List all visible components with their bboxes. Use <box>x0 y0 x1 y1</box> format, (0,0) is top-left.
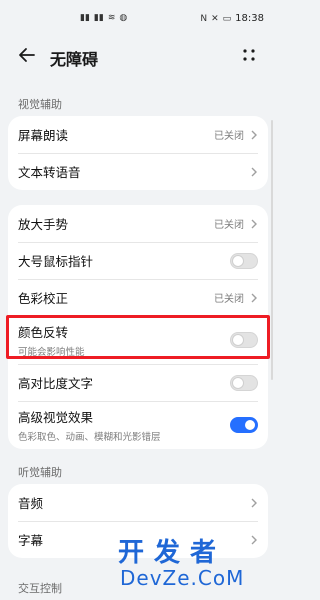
row-high-contrast-text: 高对比度文字 <box>8 364 268 401</box>
toggle-knob <box>233 377 243 388</box>
row-subtitle: 色彩取色、动画、模糊和光影错层 <box>18 432 161 443</box>
row-title: 大号鼠标指针 <box>18 254 94 269</box>
row-color-inversion: 颜色反转 可能会影响性能 <box>8 316 268 364</box>
row-status: 已关闭 <box>214 294 244 305</box>
signal-icon-2: ▮▮ <box>93 13 104 23</box>
row-title: 颜色反转 <box>18 325 69 340</box>
status-right: N ✕ ▭ 18:38 <box>200 13 264 24</box>
row-magnification-gesture[interactable]: 放大手势 已关闭 <box>8 205 268 242</box>
visual-card-1: 屏幕朗读 已关闭 文本转语音 <box>8 116 268 190</box>
chevron-right-icon <box>251 219 257 228</box>
row-text-to-speech[interactable]: 文本转语音 <box>8 153 268 190</box>
large-pointer-toggle[interactable] <box>230 252 258 269</box>
toggle-knob <box>245 420 255 430</box>
wifi-icon: ≋ <box>107 13 116 23</box>
back-arrow-icon[interactable] <box>16 44 38 66</box>
battery-icon: ▭ <box>222 13 232 24</box>
watermark-bottom: DevZe.CoM <box>120 566 245 590</box>
chat-icon: ◍ <box>119 13 128 23</box>
status-time: 18:38 <box>235 13 264 24</box>
row-large-pointer: 大号鼠标指针 <box>8 242 268 279</box>
scrollbar[interactable] <box>271 120 273 380</box>
app-bar: 无障碍 <box>0 38 276 78</box>
section-label-interaction: 交互控制 <box>18 582 62 595</box>
toggle-knob <box>233 335 243 345</box>
nfc-icon: N <box>200 13 208 24</box>
row-title: 高级视觉效果 <box>18 410 94 425</box>
row-title: 高对比度文字 <box>18 376 94 391</box>
row-advanced-visual-effects: 高级视觉效果 色彩取色、动画、模糊和光影错层 <box>8 401 268 449</box>
mute-icon: ✕ <box>211 13 219 24</box>
status-bar: ▮▮ ▮▮ ≋ ◍ N ✕ ▭ 18:38 <box>0 0 276 38</box>
toggle-knob <box>233 255 243 266</box>
page-title: 无障碍 <box>50 50 99 69</box>
row-status: 已关闭 <box>214 131 244 142</box>
row-title: 音频 <box>18 496 44 511</box>
watermark-logo: 开发者 DevZe.CoM <box>118 532 268 594</box>
row-color-correction[interactable]: 色彩校正 已关闭 <box>8 279 268 316</box>
row-title: 文本转语音 <box>18 165 81 180</box>
signal-icon: ▮▮ <box>80 13 90 23</box>
row-title: 色彩校正 <box>18 291 69 306</box>
row-title: 放大手势 <box>18 217 69 232</box>
row-title: 屏幕朗读 <box>18 128 69 143</box>
chevron-right-icon <box>251 498 257 507</box>
watermark-top: 开发者 <box>118 538 227 568</box>
more-options-icon[interactable] <box>240 46 258 64</box>
color-inversion-toggle[interactable] <box>230 332 258 348</box>
section-label-visual: 视觉辅助 <box>18 98 62 111</box>
row-screen-reader[interactable]: 屏幕朗读 已关闭 <box>8 116 268 153</box>
row-subtitle: 可能会影响性能 <box>18 347 85 358</box>
row-status: 已关闭 <box>214 220 244 231</box>
visual-card-2: 放大手势 已关闭 大号鼠标指针 色彩校正 已关闭 颜色反转 可能会影响性能 高对… <box>8 205 268 449</box>
chevron-right-icon <box>251 130 257 139</box>
advanced-visual-effects-toggle[interactable] <box>230 417 258 433</box>
high-contrast-toggle[interactable] <box>230 374 258 391</box>
chevron-right-icon <box>251 167 257 176</box>
chevron-right-icon <box>251 293 257 302</box>
status-left: ▮▮ ▮▮ ≋ ◍ <box>80 13 127 23</box>
section-label-hearing: 听觉辅助 <box>18 466 62 479</box>
row-audio[interactable]: 音频 <box>8 484 268 521</box>
